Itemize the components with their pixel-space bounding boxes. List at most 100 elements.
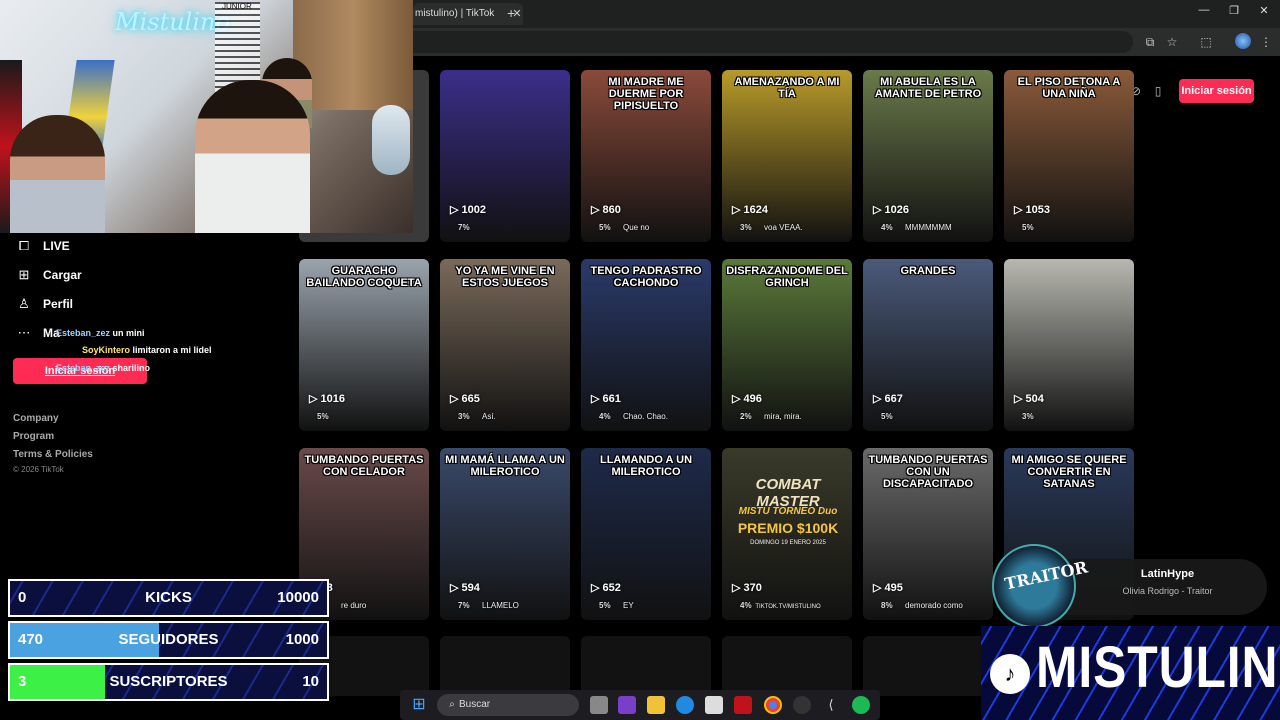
video-views-count: 1053 <box>1025 204 1050 216</box>
placeholder-card <box>440 636 570 696</box>
video-subtitle: Que no <box>623 223 650 232</box>
video-subtitle: Chao. Chao. <box>623 412 668 421</box>
plush-toy <box>372 105 410 175</box>
video-card[interactable]: Amenazando a mi tía ▷ 1624 3% voa VEAA. <box>722 70 852 242</box>
video-card[interactable]: Mi madre me duerme por pipisuelto ▷ 860 5%… <box>581 70 711 242</box>
video-caption: Mi amigo se quiere convertir en satanas <box>1011 454 1127 490</box>
goal-label: SUSCRIPTORES <box>109 673 228 690</box>
placeholder-card <box>863 636 993 696</box>
video-caption: Mi abuela es la amante de Petro <box>874 76 982 100</box>
video-views-count: 1016 <box>320 393 345 405</box>
ad-url: TIKTOK.TV/MISTULINO <box>755 604 821 610</box>
video-card[interactable]: Yo ya me vine en estos juegos ▷ 665 3% Así. <box>440 259 570 431</box>
goal-max: 1000 <box>285 631 319 648</box>
video-views-count: 661 <box>602 393 621 405</box>
person <box>195 80 310 233</box>
video-views: ▷ 860 <box>591 204 621 216</box>
goal-label: SEGUIDORES <box>118 631 219 648</box>
video-caption: Llamando a un milerotico <box>599 454 693 478</box>
close-window-icon[interactable]: ✕ <box>1254 4 1274 22</box>
video-subtitle: EY <box>623 601 634 610</box>
video-percent: 3% <box>740 223 752 232</box>
video-caption: Mi madre me duerme por pipisuelto <box>608 76 684 112</box>
search-icon: ⌕ <box>449 699 455 710</box>
video-views-count: 594 <box>461 582 480 594</box>
ad-title: COMBAT MASTER <box>755 476 821 510</box>
bookmark-star-icon[interactable]: ☆ <box>1164 34 1180 50</box>
video-views: ▷ 1026 <box>873 204 909 216</box>
minimize-icon[interactable]: — <box>1194 4 1214 22</box>
restore-icon[interactable]: ❐ <box>1224 4 1244 22</box>
app-icon-2[interactable]: ⟨ <box>822 696 840 714</box>
video-card[interactable]: Mi mamá llama a un milerotico ▷ 594 7% LLAM… <box>440 448 570 620</box>
video-views-count: 495 <box>884 582 903 594</box>
goal-bar-kicks: 0 KICKS 10000 <box>8 579 329 617</box>
video-views: ▷ 594 <box>450 582 480 594</box>
video-views: ▷ 1002 <box>450 204 486 216</box>
tiktok-logo-icon: ♪ <box>990 654 1030 694</box>
video-card[interactable]: ▷ 504 3% <box>1004 259 1134 431</box>
browser-tab-strip <box>413 0 1280 28</box>
placeholder-card <box>722 636 852 696</box>
video-views: ▷ 496 <box>732 393 762 405</box>
video-percent: 5% <box>599 601 611 610</box>
video-caption: El piso detona a una niña <box>1017 76 1121 100</box>
video-card[interactable]: Grandes ▷ 667 5% <box>863 259 993 431</box>
video-subtitle: LLAMELO <box>482 601 519 610</box>
person <box>10 115 105 233</box>
video-card[interactable]: ▷ 1002 7% <box>440 70 570 242</box>
spotify-icon[interactable] <box>852 696 870 714</box>
steam-icon[interactable] <box>793 696 811 714</box>
video-views-count: 652 <box>602 582 621 594</box>
cast-icon[interactable]: ⧉ <box>1142 34 1158 50</box>
video-card[interactable]: Tengo padrastro cachondo ▷ 661 4% Chao. Cha… <box>581 259 711 431</box>
task-view-icon[interactable] <box>590 696 608 714</box>
video-percent: 5% <box>881 412 893 421</box>
goal-max: 10000 <box>277 589 319 606</box>
video-subtitle: MMMMMMM <box>905 223 952 232</box>
video-views: ▷ 504 <box>1014 393 1044 405</box>
video-card[interactable]: Tumbando puertas con un discapacitado ▷ 4… <box>863 448 993 620</box>
goal-bar-subscribers: 3 SUSCRIPTORES 10 <box>8 663 329 701</box>
video-caption: Tumbando puertas con un discapacitado <box>868 454 988 490</box>
copilot-icon[interactable] <box>618 696 636 714</box>
video-caption: Grandes <box>900 265 956 277</box>
menu-icon[interactable]: ⋮ <box>1258 34 1274 50</box>
goal-bar-followers: 470 SEGUIDORES 1000 <box>8 621 329 659</box>
video-card[interactable]: El piso detona a una niña ▷ 1053 5% <box>1004 70 1134 242</box>
video-card[interactable]: Disfrazandome del grinch ▷ 496 2% mira, mir… <box>722 259 852 431</box>
ad-subtitle: MISTU TORNEO Duo <box>738 506 838 517</box>
video-percent: 5% <box>1022 223 1034 232</box>
profile-avatar[interactable] <box>1235 33 1251 49</box>
ad-prize: PREMIO $100K <box>737 520 839 536</box>
video-percent: 4% <box>881 223 893 232</box>
video-views: ▷ 1624 <box>732 204 768 216</box>
video-card[interactable]: Guaracho bailando coqueta ▷ 1016 5% <box>299 259 429 431</box>
extensions-icon[interactable]: ⬚ <box>1198 34 1214 50</box>
video-subtitle: Así. <box>482 412 496 421</box>
video-card[interactable]: Llamando a un milerotico ▷ 652 5% EY <box>581 448 711 620</box>
video-views-count: 1026 <box>884 204 909 216</box>
address-bar[interactable] <box>413 31 1133 53</box>
store-icon[interactable] <box>705 696 723 714</box>
video-views-count: 1624 <box>743 204 768 216</box>
folder-icon[interactable] <box>647 696 665 714</box>
windows-start-icon[interactable]: ⊞ <box>410 696 428 714</box>
video-views: ▷ 1016 <box>309 393 345 405</box>
video-views-count: 1002 <box>461 204 486 216</box>
video-views-count: 504 <box>1025 393 1044 405</box>
brand-name: MISTULINO <box>1036 635 1280 700</box>
video-percent: 3% <box>458 412 470 421</box>
video-percent: 7% <box>458 601 470 610</box>
ad-date: DOMINGO 19 ENERO 2025 <box>750 540 826 546</box>
video-subtitle: voa VEAA. <box>764 223 803 232</box>
video-card[interactable]: Mi abuela es la amante de Petro ▷ 1026 4% M… <box>863 70 993 242</box>
video-views: ▷ 370 <box>732 582 762 594</box>
chrome-icon[interactable] <box>764 696 782 714</box>
video-caption: Disfrazandome del grinch <box>726 265 848 289</box>
edge-icon[interactable] <box>676 696 694 714</box>
app-icon[interactable] <box>734 696 752 714</box>
now-playing-title: LatinHype <box>1140 568 1195 580</box>
new-tab-icon[interactable]: + <box>507 6 521 20</box>
video-views-count: 370 <box>743 582 762 594</box>
